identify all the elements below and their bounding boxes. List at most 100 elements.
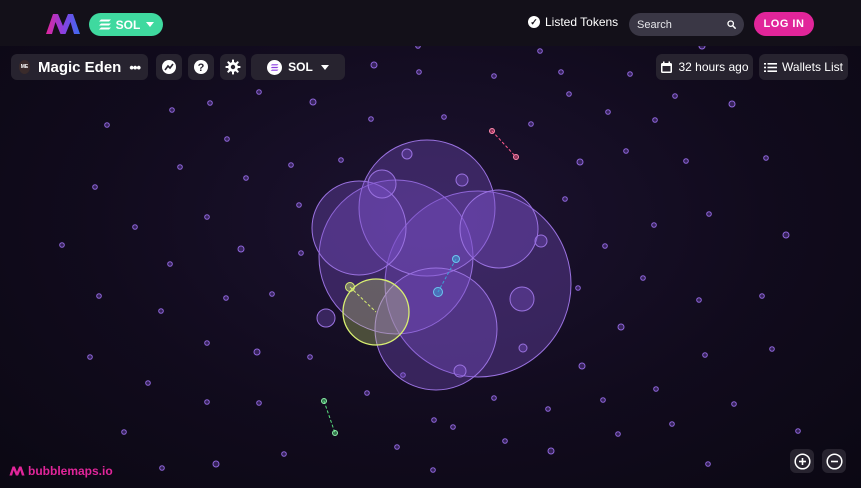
wallet-bubble[interactable]: [87, 354, 93, 360]
wallet-bubble[interactable]: [651, 222, 657, 228]
wallet-bubble[interactable]: [159, 465, 165, 471]
wallet-bubble[interactable]: [364, 390, 370, 396]
wallet-bubble[interactable]: [288, 162, 294, 168]
linked-wallet-bubble[interactable]: [345, 282, 355, 292]
wallet-bubble[interactable]: [256, 89, 262, 95]
bubblemaps-logo-icon[interactable]: [45, 13, 81, 35]
wallet-bubble[interactable]: [204, 214, 210, 220]
more-dots-icon[interactable]: •••: [129, 60, 141, 75]
linked-wallet-bubble[interactable]: [332, 430, 338, 436]
wallet-bubble[interactable]: [602, 243, 608, 249]
wallet-bubble[interactable]: [731, 401, 737, 407]
wallet-bubble[interactable]: [394, 444, 400, 450]
wallet-bubble[interactable]: [566, 91, 572, 97]
wallet-bubble[interactable]: [96, 293, 102, 299]
wallet-bubble[interactable]: [562, 196, 568, 202]
wallet-bubble[interactable]: [578, 362, 586, 370]
wallet-bubble[interactable]: [169, 107, 175, 113]
zoom-out-button[interactable]: [822, 449, 846, 473]
wallet-bubble[interactable]: [558, 69, 564, 75]
holder-bubble[interactable]: [455, 173, 469, 187]
chain-selector[interactable]: SOL: [89, 13, 163, 36]
wallet-bubble[interactable]: [672, 93, 678, 99]
wallet-bubble[interactable]: [491, 73, 497, 79]
wallet-bubble[interactable]: [204, 399, 210, 405]
wallet-bubble[interactable]: [669, 421, 675, 427]
search-icon[interactable]: [727, 19, 736, 30]
wallet-bubble[interactable]: [545, 406, 551, 412]
wallet-bubble[interactable]: [121, 429, 127, 435]
holder-bubble[interactable]: [311, 180, 407, 276]
wallet-bubble[interactable]: [782, 231, 790, 239]
wallet-bubble[interactable]: [307, 354, 313, 360]
wallets-list-button[interactable]: Wallets List: [759, 54, 848, 80]
wallet-bubble[interactable]: [702, 352, 708, 358]
snapshot-time-button[interactable]: 32 hours ago: [656, 54, 753, 80]
wallet-bubble[interactable]: [204, 340, 210, 346]
wallet-bubble[interactable]: [623, 148, 629, 154]
wallet-bubble[interactable]: [600, 397, 606, 403]
linked-wallet-bubble[interactable]: [433, 287, 443, 297]
wallet-bubble[interactable]: [298, 250, 304, 256]
search-input[interactable]: [637, 18, 719, 31]
wallet-bubble[interactable]: [368, 116, 374, 122]
wallet-bubble[interactable]: [528, 121, 534, 127]
wallet-bubble[interactable]: [253, 348, 261, 356]
wallet-bubble[interactable]: [269, 291, 275, 297]
wallet-bubble[interactable]: [706, 211, 712, 217]
wallet-bubble[interactable]: [416, 69, 422, 75]
holder-bubble[interactable]: [459, 189, 539, 269]
wallet-bubble[interactable]: [338, 157, 344, 163]
wallet-bubble[interactable]: [309, 98, 317, 106]
wallet-bubble[interactable]: [728, 100, 736, 108]
wallet-bubble[interactable]: [502, 438, 508, 444]
holder-bubble[interactable]: [518, 343, 528, 353]
wallet-bubble[interactable]: [132, 224, 138, 230]
wallet-bubble[interactable]: [605, 109, 611, 115]
wallet-bubble[interactable]: [430, 467, 436, 473]
wallet-bubble[interactable]: [281, 451, 287, 457]
wallet-bubble[interactable]: [441, 114, 447, 120]
token-selector[interactable]: ME Magic Eden •••: [11, 54, 148, 80]
network-select[interactable]: SOL: [251, 54, 345, 80]
zoom-in-button[interactable]: [790, 449, 814, 473]
wallet-bubble[interactable]: [537, 48, 543, 54]
wallet-bubble[interactable]: [491, 395, 497, 401]
transfer-link[interactable]: [491, 130, 517, 158]
wallet-bubble[interactable]: [683, 158, 689, 164]
wallet-bubble[interactable]: [575, 285, 581, 291]
wallet-bubble[interactable]: [769, 346, 775, 352]
holder-bubble[interactable]: [534, 234, 548, 248]
wallet-bubble[interactable]: [167, 261, 173, 267]
wallet-bubble[interactable]: [547, 447, 555, 455]
wallet-bubble[interactable]: [576, 158, 584, 166]
wallet-bubble[interactable]: [212, 460, 220, 468]
wallet-bubble[interactable]: [237, 245, 245, 253]
wallet-bubble[interactable]: [759, 293, 765, 299]
wallet-bubble[interactable]: [627, 71, 633, 77]
wallet-bubble[interactable]: [370, 61, 378, 69]
wallet-bubble[interactable]: [224, 136, 230, 142]
wallet-bubble[interactable]: [763, 155, 769, 161]
holder-bubble[interactable]: [401, 148, 413, 160]
login-button[interactable]: LOG IN: [754, 12, 814, 36]
wallet-bubble[interactable]: [450, 424, 456, 430]
settings-button[interactable]: [220, 54, 246, 80]
wallet-bubble[interactable]: [243, 175, 249, 181]
search-box[interactable]: [629, 13, 744, 36]
holder-bubble[interactable]: [509, 286, 535, 312]
wallet-bubble[interactable]: [431, 417, 437, 423]
listed-tokens-link[interactable]: ✓ Listed Tokens: [528, 15, 618, 29]
wallet-bubble[interactable]: [296, 202, 302, 208]
wallet-bubble[interactable]: [696, 297, 702, 303]
wallet-bubble[interactable]: [705, 461, 711, 467]
wallet-bubble[interactable]: [640, 275, 646, 281]
wallet-bubble[interactable]: [145, 380, 151, 386]
linked-wallet-bubble[interactable]: [489, 128, 495, 134]
analytics-button[interactable]: [156, 54, 182, 80]
wallet-bubble[interactable]: [256, 400, 262, 406]
wallet-bubble[interactable]: [177, 164, 183, 170]
wallet-bubble[interactable]: [223, 295, 229, 301]
holder-bubble[interactable]: [367, 169, 397, 199]
linked-wallet-bubble[interactable]: [513, 154, 519, 160]
